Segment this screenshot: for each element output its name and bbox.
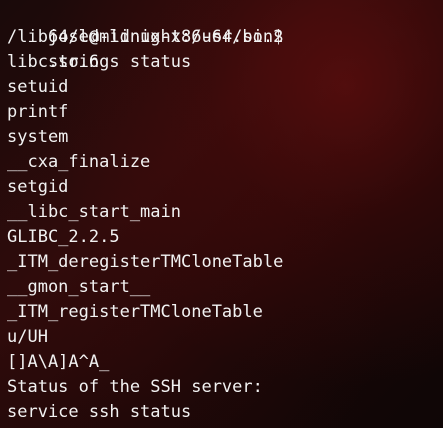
output-line: GLIBC_2.2.5: [7, 227, 120, 247]
output-line: system: [7, 127, 69, 147]
output-line: u/UH: [7, 327, 48, 347]
output-line: service ssh status: [7, 402, 192, 422]
output-line: __libc_start_main: [7, 202, 181, 222]
output-line: printf: [7, 102, 69, 122]
output-line: /lib64/ld-linux-x86-64.so.2: [7, 27, 284, 47]
output-line: __gmon_start__: [7, 277, 151, 297]
output-line: Status of the SSH server:: [7, 377, 263, 397]
terminal-window[interactable]: jose@midnight:/usr/bin$ strings status /…: [0, 0, 443, 428]
output-line: []A\A]A^A_: [7, 352, 110, 372]
output-line: _ITM_registerTMCloneTable: [7, 302, 263, 322]
command-line: jose@midnight:/usr/bin$ strings status: [7, 0, 436, 72]
output-line: _ITM_deregisterTMCloneTable: [7, 252, 284, 272]
output-line: __cxa_finalize: [7, 152, 151, 172]
output-line: setgid: [7, 177, 69, 197]
output-line: libc.so.6: [7, 52, 100, 72]
output-line: setuid: [7, 77, 69, 97]
